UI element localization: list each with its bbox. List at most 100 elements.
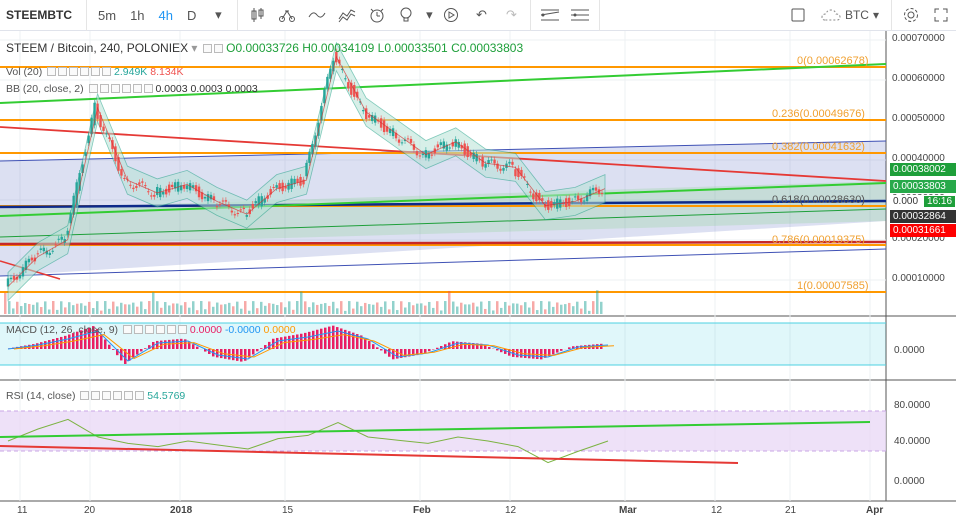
volume-bar bbox=[420, 303, 423, 314]
volume-bar bbox=[556, 302, 559, 314]
volume-bar bbox=[576, 301, 579, 314]
volume-bar bbox=[456, 306, 459, 314]
volume-bar bbox=[16, 301, 19, 314]
volume-bar bbox=[168, 305, 171, 314]
object-tree-icon[interactable] bbox=[565, 0, 595, 31]
legend-button-icon[interactable] bbox=[58, 67, 68, 76]
legend-button-icon[interactable] bbox=[155, 325, 165, 334]
vol-value-1: 2.949K bbox=[114, 66, 148, 78]
drawing-tools-icon[interactable] bbox=[535, 0, 565, 31]
legend-button-icon[interactable] bbox=[91, 67, 101, 76]
volume-bar bbox=[560, 304, 563, 314]
volume-bar bbox=[364, 302, 367, 314]
replay-icon[interactable] bbox=[436, 0, 466, 31]
legend-button-icon[interactable] bbox=[88, 84, 98, 93]
chart-area[interactable] bbox=[0, 31, 956, 518]
macd-histogram-bar bbox=[136, 349, 139, 355]
chevron-down-icon[interactable]: ▾ bbox=[191, 41, 197, 55]
legend-button-icon[interactable] bbox=[102, 391, 112, 400]
currency-selector[interactable]: BTC ▾ bbox=[813, 8, 887, 22]
volume-bar bbox=[488, 301, 491, 314]
volume-bar bbox=[172, 303, 175, 314]
candle-body bbox=[165, 188, 168, 195]
macd-histogram-bar bbox=[376, 347, 379, 349]
macd-histogram-bar bbox=[428, 349, 431, 352]
interval-d[interactable]: D bbox=[180, 0, 203, 31]
price-tag: 0.00031661 bbox=[890, 224, 956, 237]
volume-bar bbox=[436, 301, 439, 314]
legend-button-icon[interactable] bbox=[80, 67, 90, 76]
legend-button-icon[interactable] bbox=[102, 67, 112, 76]
macd-histogram-bar bbox=[300, 333, 303, 349]
volume-bar bbox=[276, 305, 279, 314]
candle-body bbox=[153, 194, 156, 197]
candle-body bbox=[400, 142, 404, 144]
macd-histogram-bar bbox=[388, 349, 391, 357]
alert-icon[interactable] bbox=[362, 0, 392, 31]
volume-bar bbox=[468, 304, 471, 314]
interval-dropdown-icon[interactable]: ▾ bbox=[203, 0, 233, 31]
legend-button-icon[interactable] bbox=[135, 391, 145, 400]
candle-body bbox=[287, 182, 290, 190]
candle-body bbox=[57, 238, 60, 240]
redo-icon[interactable]: ↷ bbox=[496, 0, 526, 31]
fib-level-label: 0.382(0.00041632) bbox=[772, 141, 865, 153]
undo-icon[interactable]: ↶ bbox=[466, 0, 496, 31]
candles-icon[interactable] bbox=[242, 0, 272, 31]
legend-button-icon[interactable] bbox=[144, 325, 154, 334]
settings-gear-icon[interactable] bbox=[896, 0, 926, 31]
interval-1h[interactable]: 1h bbox=[123, 0, 151, 31]
legend-button-icon[interactable] bbox=[177, 325, 187, 334]
compare-icon[interactable] bbox=[272, 0, 302, 31]
volume-bar bbox=[228, 302, 231, 314]
volume-bar bbox=[400, 301, 403, 314]
candle-body bbox=[48, 252, 51, 255]
volume-bar bbox=[596, 290, 599, 314]
legend-button-icon[interactable] bbox=[121, 84, 131, 93]
candle-body bbox=[162, 191, 165, 195]
fullscreen-box-icon[interactable] bbox=[783, 0, 813, 31]
candle-body bbox=[242, 207, 246, 210]
candle-body bbox=[123, 177, 126, 179]
candle-body bbox=[305, 162, 308, 177]
interval-5m[interactable]: 5m bbox=[91, 0, 123, 31]
templates-icon[interactable] bbox=[332, 0, 362, 31]
ideas-dropdown-icon[interactable]: ▾ bbox=[422, 0, 436, 31]
ideas-icon[interactable] bbox=[392, 0, 422, 31]
legend-button-icon[interactable] bbox=[143, 84, 153, 93]
volume-bar bbox=[520, 305, 523, 314]
volume-bar bbox=[564, 304, 567, 314]
macd-histogram-bar bbox=[496, 349, 499, 351]
indicators-icon[interactable] bbox=[302, 0, 332, 31]
fullscreen-icon[interactable] bbox=[926, 0, 956, 31]
legend-button-icon[interactable] bbox=[80, 391, 90, 400]
ohlc-open: O0.00033726 bbox=[226, 41, 299, 55]
symbol-search[interactable]: STEEMBTC bbox=[0, 0, 82, 31]
price-axis-tick: 0.00010000 bbox=[892, 273, 945, 284]
legend-button-icon[interactable] bbox=[202, 44, 212, 53]
rsi-axis-tick: 80.0000 bbox=[894, 400, 931, 411]
legend-button-icon[interactable] bbox=[99, 84, 109, 93]
legend-button-icon[interactable] bbox=[124, 391, 134, 400]
time-axis-label: 20 bbox=[84, 505, 96, 516]
macd-title: MACD (12, 26, close, 9) bbox=[6, 324, 119, 336]
interval-4h[interactable]: 4h bbox=[152, 0, 180, 31]
macd-histogram-bar bbox=[332, 325, 335, 349]
volume-bar bbox=[120, 302, 123, 314]
legend-button-icon[interactable] bbox=[133, 325, 143, 334]
legend-button-icon[interactable] bbox=[122, 325, 132, 334]
legend-button-icon[interactable] bbox=[47, 67, 57, 76]
price-tag: 0.00038002 bbox=[890, 163, 956, 176]
volume-bar bbox=[484, 308, 487, 314]
legend-button-icon[interactable] bbox=[69, 67, 79, 76]
candle-body bbox=[594, 187, 598, 191]
legend-button-icon[interactable] bbox=[213, 44, 223, 53]
legend-button-icon[interactable] bbox=[91, 391, 101, 400]
legend-button-icon[interactable] bbox=[110, 84, 120, 93]
volume-bar bbox=[508, 305, 511, 314]
chevron-down-icon: ▾ bbox=[872, 8, 879, 22]
legend-button-icon[interactable] bbox=[132, 84, 142, 93]
volume-bar bbox=[324, 303, 327, 314]
legend-button-icon[interactable] bbox=[166, 325, 176, 334]
legend-button-icon[interactable] bbox=[113, 391, 123, 400]
